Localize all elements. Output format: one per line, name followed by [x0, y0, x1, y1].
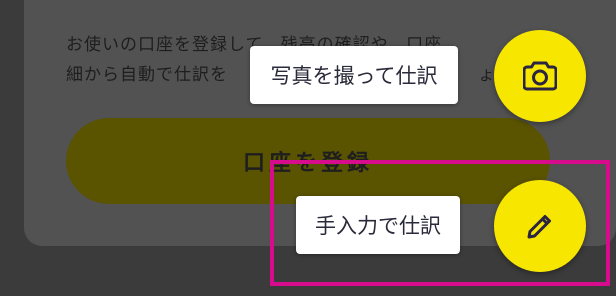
- manual-journal-label[interactable]: 手入力で仕訳: [296, 196, 460, 254]
- photo-journal-button[interactable]: [494, 30, 586, 122]
- manual-journal-button[interactable]: [494, 180, 586, 272]
- register-account-button[interactable]: 口座を登録: [66, 118, 550, 204]
- pencil-icon: [526, 212, 554, 240]
- card-description-line-2-head: 細から自動で仕訳を: [66, 65, 228, 85]
- camera-icon: [523, 61, 557, 91]
- screen: お使いの口座を登録して、残高の確認や、口座 細から自動で仕訳をょう。 口座を登録…: [0, 0, 616, 296]
- photo-journal-label[interactable]: 写真を撮って仕訳: [250, 46, 458, 104]
